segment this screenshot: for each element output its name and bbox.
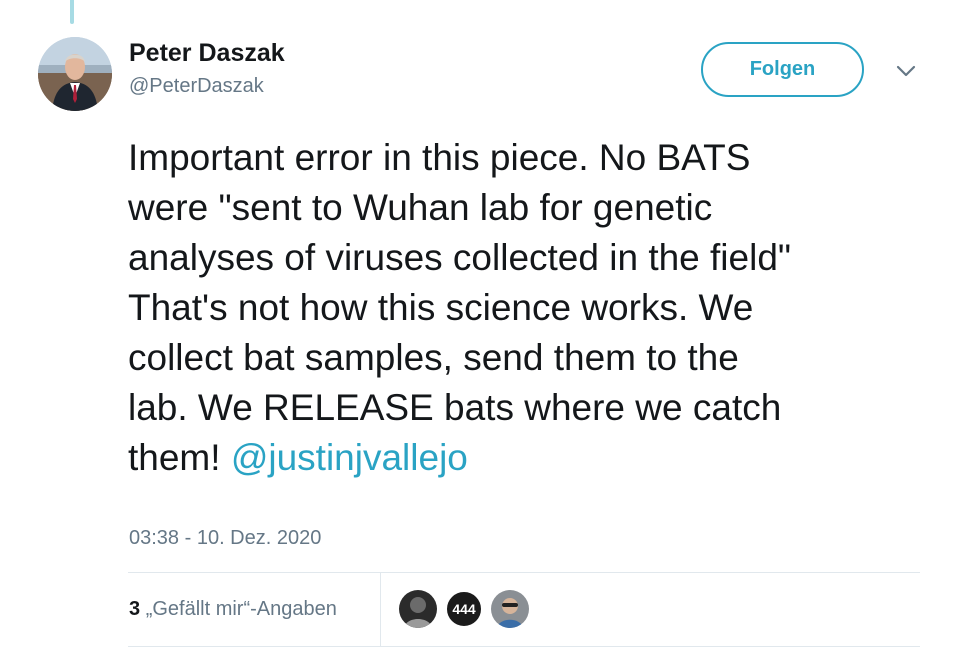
stats-separator bbox=[380, 573, 381, 646]
tweet-text-line: analyses of viruses collected in the fie… bbox=[128, 237, 792, 278]
tweet-text-line: were "sent to Wuhan lab for genetic bbox=[128, 187, 713, 228]
likes-count: 3 bbox=[129, 598, 141, 620]
liker-avatar-3-image bbox=[491, 590, 529, 628]
tweet-text-tail: them! bbox=[128, 437, 221, 478]
liker-avatar-2-badge: 444 bbox=[452, 601, 476, 617]
likes-label: „Gefällt mir“-Angaben bbox=[145, 598, 337, 620]
follow-button[interactable]: Folgen bbox=[701, 42, 864, 97]
liker-avatar-3[interactable] bbox=[491, 590, 529, 628]
tweet-text-line: Important error in this piece. No BATS bbox=[128, 137, 751, 178]
tweet-text-line: collect bat samples, send them to the bbox=[128, 337, 739, 378]
author-avatar[interactable] bbox=[38, 37, 112, 111]
tweet-text: Important error in this piece. No BATS w… bbox=[128, 133, 948, 483]
tweet-text-line-last: them! @justinjvallejo bbox=[128, 433, 948, 483]
thread-connector-line bbox=[70, 0, 74, 24]
divider bbox=[128, 646, 920, 647]
tweet-text-line: That's not how this science works. We bbox=[128, 287, 754, 328]
liker-avatar-1[interactable] bbox=[399, 590, 437, 628]
author-display-name[interactable]: Peter Daszak bbox=[129, 39, 285, 68]
mention-link[interactable]: @justinjvallejo bbox=[231, 437, 468, 478]
tweet-text-line: lab. We RELEASE bats where we catch bbox=[128, 387, 782, 428]
divider bbox=[128, 572, 920, 573]
chevron-down-icon[interactable] bbox=[896, 64, 916, 78]
author-handle[interactable]: @PeterDaszak bbox=[129, 75, 264, 98]
likes-stat[interactable]: 3 „Gefällt mir“-Angaben bbox=[129, 598, 337, 621]
author-avatar-image bbox=[38, 37, 112, 111]
liker-avatar-1-image bbox=[399, 590, 437, 628]
liker-avatar-2[interactable]: 444 bbox=[445, 590, 483, 628]
tweet-timestamp[interactable]: 03:38 - 10. Dez. 2020 bbox=[129, 527, 321, 550]
